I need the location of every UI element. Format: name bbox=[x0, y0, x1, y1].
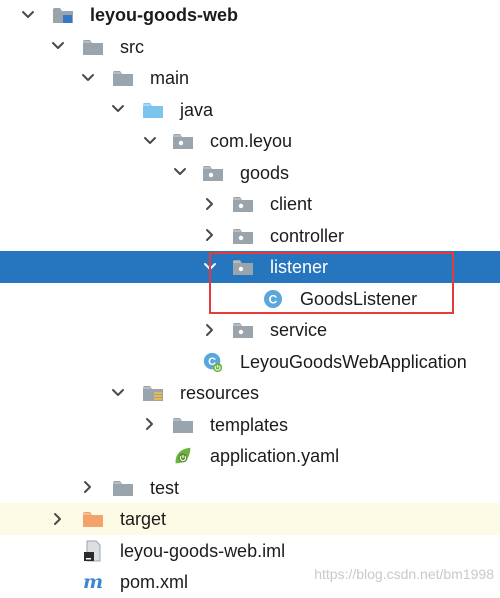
chevron-down-icon[interactable] bbox=[45, 31, 71, 63]
chevron-down-icon[interactable] bbox=[75, 62, 101, 94]
svg-text:m: m bbox=[83, 571, 103, 593]
package-icon bbox=[172, 130, 194, 152]
tree-row-java[interactable]: java bbox=[0, 94, 500, 126]
tree-row-templates[interactable]: templates bbox=[0, 409, 500, 441]
excluded-folder-icon bbox=[82, 508, 104, 530]
chevron-down-icon[interactable] bbox=[105, 94, 131, 126]
chevron-down-icon[interactable] bbox=[197, 251, 223, 283]
chevron-right-icon[interactable] bbox=[45, 503, 71, 535]
tree-row-goods[interactable]: goods bbox=[0, 157, 500, 189]
spring-yaml-icon bbox=[172, 445, 194, 467]
tree-row-src[interactable]: src bbox=[0, 31, 500, 63]
tree-row-resources[interactable]: resources bbox=[0, 377, 500, 409]
tree-row-target[interactable]: target bbox=[0, 503, 500, 535]
tree-item-label: goods bbox=[240, 162, 290, 183]
spring-boot-class-icon: C bbox=[202, 351, 224, 373]
chevron-right-icon[interactable] bbox=[137, 409, 163, 441]
tree-item-label: application.yaml bbox=[210, 446, 340, 466]
tree-item-label: pom.xml bbox=[120, 572, 189, 592]
tree-row-main[interactable]: main bbox=[0, 62, 500, 94]
chevron-down-icon[interactable] bbox=[15, 0, 41, 31]
tree-item-label: resources bbox=[180, 383, 260, 403]
tree-item-label: target bbox=[120, 509, 167, 529]
resources-folder-icon bbox=[142, 382, 164, 404]
folder-icon bbox=[82, 36, 104, 58]
tree-row-application-class[interactable]: C LeyouGoodsWebApplication bbox=[0, 346, 500, 378]
tree-item-label: main bbox=[150, 68, 190, 88]
tree-item-label: leyou-goods-web.iml bbox=[120, 540, 286, 561]
tree-row-client[interactable]: client bbox=[0, 188, 500, 220]
class-icon: C bbox=[262, 288, 284, 310]
tree-row-listener[interactable]: listener bbox=[0, 251, 500, 283]
chevron-down-icon[interactable] bbox=[167, 157, 193, 189]
source-root-icon bbox=[142, 99, 164, 121]
tree-row-iml[interactable]: leyou-goods-web.iml bbox=[0, 535, 500, 567]
maven-icon: m bbox=[82, 571, 104, 593]
package-icon bbox=[232, 256, 254, 278]
tree-item-label: service bbox=[270, 320, 328, 340]
tree-item-label: client bbox=[270, 194, 313, 214]
package-icon bbox=[202, 162, 224, 184]
tree-row-goods-listener[interactable]: C GoodsListener bbox=[0, 283, 500, 315]
tree-item-label: controller bbox=[270, 225, 345, 246]
tree-row-com-leyou[interactable]: com.leyou bbox=[0, 125, 500, 157]
tree-item-label: java bbox=[180, 99, 214, 120]
tree-item-label: listener bbox=[270, 257, 329, 277]
tree-item-label: com.leyou bbox=[210, 131, 293, 151]
project-tree: leyou-goods-web src main java com.leyou goods… bbox=[0, 0, 500, 593]
chevron-right-icon[interactable] bbox=[197, 314, 223, 346]
iml-file-icon bbox=[82, 540, 104, 562]
chevron-down-icon[interactable] bbox=[137, 125, 163, 157]
chevron-down-icon[interactable] bbox=[105, 377, 131, 409]
tree-item-label: LeyouGoodsWebApplication bbox=[240, 351, 467, 372]
package-icon bbox=[232, 225, 254, 247]
package-icon bbox=[232, 319, 254, 341]
tree-row-application-yaml[interactable]: application.yaml bbox=[0, 440, 500, 472]
chevron-right-icon[interactable] bbox=[75, 472, 101, 504]
folder-icon bbox=[112, 67, 134, 89]
tree-item-label: src bbox=[120, 36, 144, 57]
tree-row-test[interactable]: test bbox=[0, 472, 500, 504]
package-icon bbox=[232, 193, 254, 215]
chevron-right-icon[interactable] bbox=[197, 188, 223, 220]
tree-item-label: test bbox=[150, 477, 180, 498]
tree-row-project-root[interactable]: leyou-goods-web bbox=[0, 0, 500, 31]
chevron-right-icon[interactable] bbox=[197, 220, 223, 252]
tree-item-label: templates bbox=[210, 414, 289, 435]
folder-icon bbox=[112, 477, 134, 499]
svg-text:C: C bbox=[269, 292, 278, 306]
tree-item-label: GoodsListener bbox=[300, 288, 418, 309]
tree-item-label: leyou-goods-web bbox=[90, 5, 238, 25]
module-icon bbox=[52, 4, 74, 26]
folder-icon bbox=[172, 414, 194, 436]
tree-row-controller[interactable]: controller bbox=[0, 220, 500, 252]
tree-row-service[interactable]: service bbox=[0, 314, 500, 346]
